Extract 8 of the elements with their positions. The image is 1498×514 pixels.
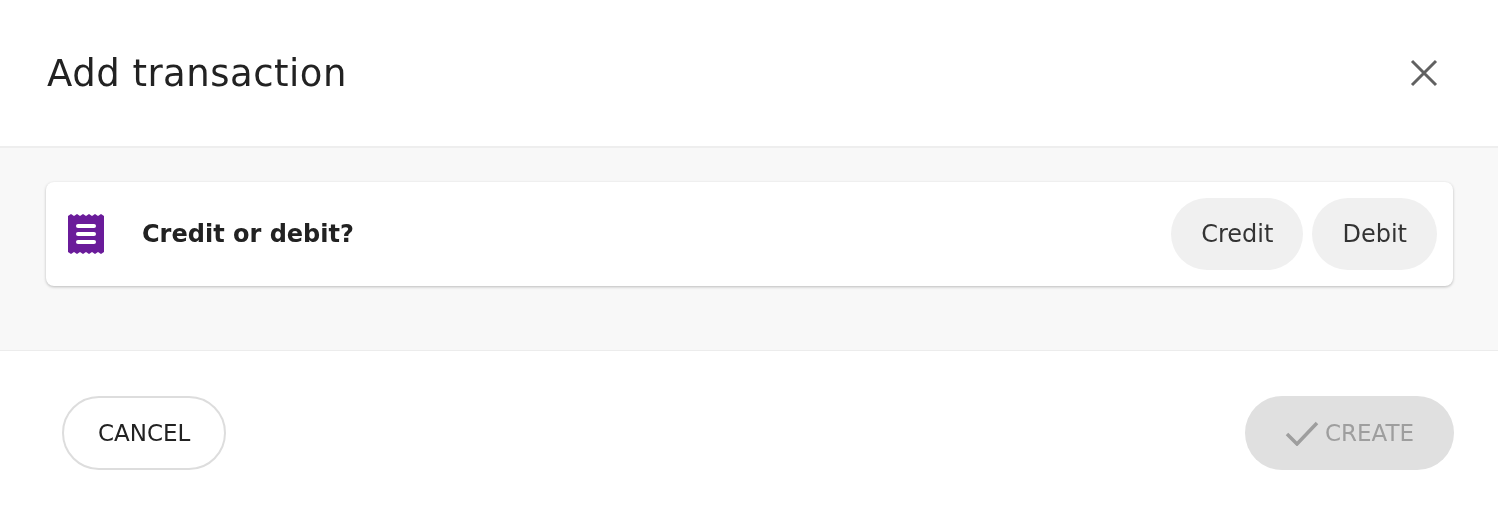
question-label: Credit or debit? xyxy=(142,220,355,248)
check-icon xyxy=(1284,419,1319,446)
option-button[interactable]: Debit xyxy=(1312,198,1437,270)
close-icon xyxy=(1410,59,1438,87)
dialog-title: Add transaction xyxy=(47,51,347,95)
option-button[interactable]: Credit xyxy=(1171,198,1304,270)
cancel-button[interactable]: CANCEL xyxy=(62,395,227,470)
receipt-icon xyxy=(68,214,104,254)
